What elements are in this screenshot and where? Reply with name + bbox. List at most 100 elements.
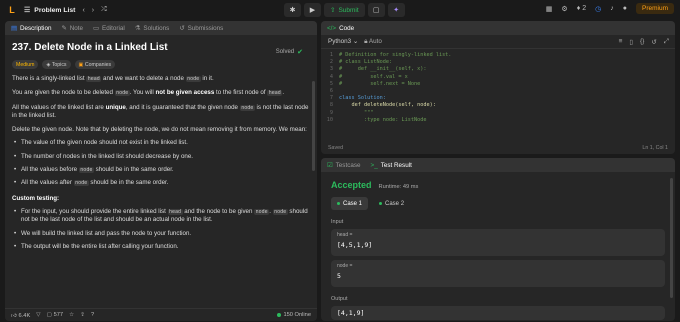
output-box: [4,1,9] (331, 306, 665, 320)
bookmark-icon[interactable]: ▯ (629, 38, 633, 46)
tab-test-result[interactable]: >_ Test Result (371, 162, 412, 169)
online-count: 150 Online (277, 312, 311, 318)
help-button[interactable]: ? (91, 312, 94, 318)
difficulty-badge[interactable]: Medium (12, 60, 39, 69)
node-value: 5 (337, 272, 341, 280)
inline-code: node (185, 76, 201, 82)
saved-status: Saved (328, 145, 344, 151)
problem-list-link[interactable]: ☰ Problem List (24, 6, 75, 15)
next-problem-icon[interactable]: › (92, 7, 94, 14)
runtime-label: Runtime: 49 ms (378, 184, 419, 190)
reset-icon[interactable]: ↺ (651, 38, 656, 46)
notes-button[interactable]: ▢ (367, 3, 385, 17)
output-value: [4,1,9] (337, 309, 365, 317)
line-number: 5 (329, 80, 333, 87)
expand-icon[interactable]: ⤢ (664, 38, 669, 46)
line-number: 4 (329, 73, 333, 80)
description-tabs: ▤ Description ✎ Note ▭ Editorial ⚗ Solut… (5, 21, 317, 35)
comment-count: 577 (53, 312, 64, 318)
inline-code: head (167, 208, 183, 215)
result-tabs: ☑ Testcase >_ Test Result (321, 158, 675, 172)
like-button[interactable]: 👍︎ 6.4K (11, 312, 30, 319)
flask-icon: ⚗ (134, 24, 141, 32)
run-button[interactable]: ▶ (304, 3, 321, 17)
list-icon: ☰ (24, 7, 31, 14)
code-line: 10 :type node: ListNode (321, 117, 675, 124)
play-icon: ▶ (309, 7, 316, 14)
debug-button[interactable]: ✱ (284, 3, 301, 17)
inline-code: node (73, 180, 89, 187)
paragraph-4: Delete the given node. Note that by dele… (12, 126, 307, 134)
prev-problem-icon[interactable]: ‹ (82, 7, 84, 14)
tab-editorial[interactable]: ▭ Editorial (93, 25, 125, 32)
line-number: 7 (329, 95, 333, 102)
document-icon: ▤ (11, 24, 17, 32)
comments-button[interactable]: ▢ 577 (47, 312, 63, 318)
companies-badge[interactable]: ▣ Companies (74, 60, 116, 69)
checkbox-icon: ☑ (327, 161, 333, 169)
solved-label: Solved (275, 49, 295, 55)
ai-button[interactable]: ✦ (387, 3, 405, 17)
streak-count: 2 (582, 5, 587, 12)
text: . (282, 89, 285, 97)
format-icon[interactable]: ≡ (619, 38, 623, 46)
tab-testcase[interactable]: ☑ Testcase (327, 162, 361, 169)
description-scrollbar[interactable] (312, 81, 315, 171)
requirements-list: The value of the given node should not e… (12, 139, 310, 187)
topics-label: Topics (51, 61, 67, 68)
submit-button[interactable]: ⇧ Submit (324, 3, 365, 17)
code-icon: </> (327, 24, 337, 32)
line-number: 3 (329, 66, 333, 73)
case-2-tab[interactable]: Case 2 (373, 197, 410, 210)
braces-icon[interactable]: {} (640, 38, 644, 46)
lock-icon: 🔒︎ (364, 37, 368, 45)
text: to the first node of (214, 89, 268, 97)
clock-icon[interactable]: ◷ (595, 5, 601, 13)
language-select[interactable]: Python3 ⌄ (328, 38, 358, 45)
tab-solutions[interactable]: ⚗ Solutions (135, 25, 170, 32)
cursor-position: Ln 1, Col 1 (642, 145, 668, 151)
dislike-button[interactable]: ▽ (36, 312, 40, 318)
layout-icon[interactable]: ▦ (546, 5, 553, 13)
inline-code: node (239, 104, 255, 111)
head-value: [4,5,1,9] (337, 241, 373, 249)
code-editor[interactable]: 1 # Definition for singly-linked list. 2 #… (321, 49, 675, 124)
premium-button[interactable]: Premium (635, 3, 674, 14)
fire-icon: ♦ (576, 5, 581, 12)
streak-counter[interactable]: ♦ 2 (577, 5, 586, 12)
pass-dot-icon (337, 202, 340, 205)
online-dot-icon (277, 313, 282, 317)
comment-icon: ▢ (46, 312, 52, 318)
tab-submissions[interactable]: ↺ Submissions (179, 25, 223, 32)
like-count: 6.4K (18, 312, 31, 319)
text: You are given the node to be deleted (12, 89, 115, 97)
code-line: 7 class Solution: (321, 95, 675, 102)
bell-icon[interactable]: ♪ (610, 5, 614, 12)
share-button[interactable]: ⇪ (80, 312, 85, 318)
tab-note[interactable]: ✎ Note (61, 25, 83, 32)
shuffle-icon[interactable]: ⤮ (101, 6, 107, 14)
code-text: # def __init__(self, x): (339, 66, 427, 73)
result-status-row: Accepted Runtime: 49 ms (331, 180, 665, 190)
list-item: All the values before node should be in … (12, 166, 310, 175)
inline-code: node (114, 90, 130, 97)
code-line: 9 """ (321, 110, 675, 117)
online-label: 150 Online (283, 312, 311, 318)
list-item: For the input, you should provide the en… (12, 208, 310, 225)
topics-badge[interactable]: ◈ Topics (42, 60, 71, 69)
tab-code[interactable]: </> Code (327, 25, 354, 32)
result-scrollbar[interactable] (670, 178, 673, 298)
chevron-down-icon: ⌄ (352, 38, 359, 45)
code-text: """ (339, 109, 374, 116)
settings-icon[interactable]: ⚙ (561, 5, 567, 13)
favorite-button[interactable]: ☆ (69, 312, 74, 318)
text: , and it is guaranteed that the given no… (125, 103, 240, 111)
auto-mode[interactable]: 🔒︎ Auto (364, 38, 382, 46)
case-1-tab[interactable]: Case 1 (331, 197, 369, 210)
note-icon: ▢ (372, 7, 380, 14)
tab-description[interactable]: ▤ Description (11, 25, 51, 32)
code-line: 2 # class ListNode: (321, 59, 675, 66)
list-item: We will build the linked list and pass t… (12, 230, 310, 239)
avatar[interactable]: ● (623, 5, 627, 12)
leetcode-logo[interactable]: L (7, 5, 17, 15)
